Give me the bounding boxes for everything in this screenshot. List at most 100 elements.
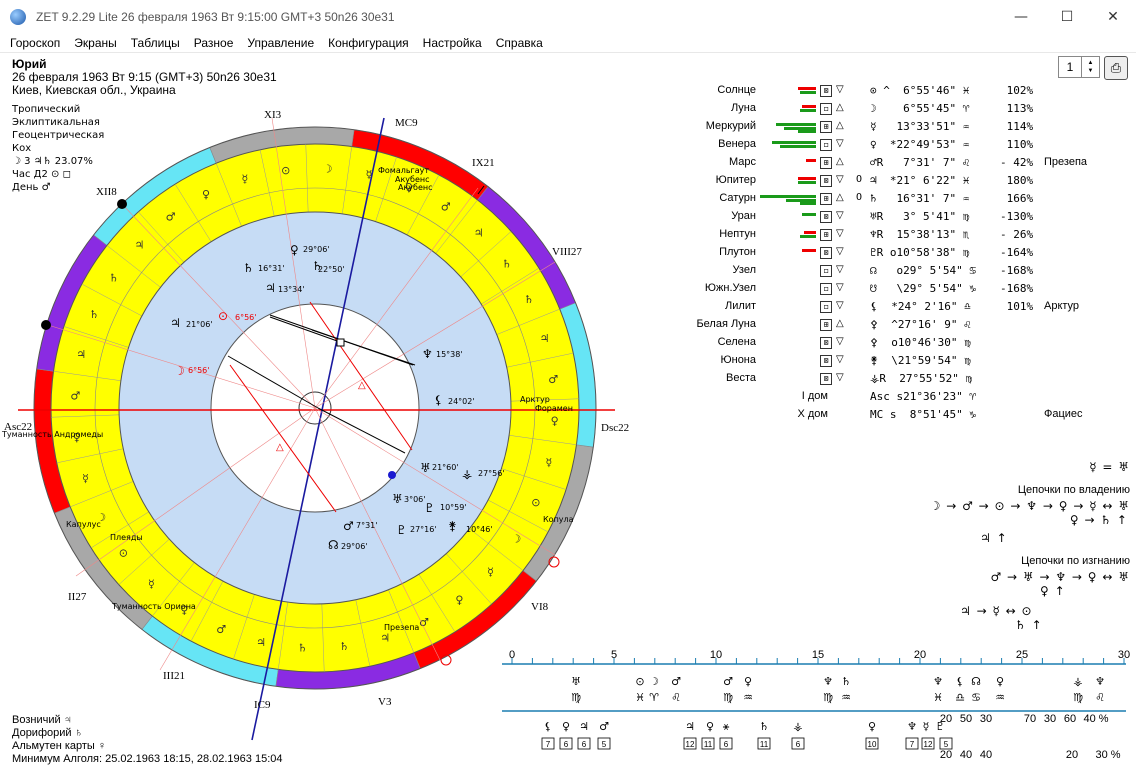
planet-strength: -168% [1000,264,1034,277]
chain-exile-2: ♀ ↑ [1040,584,1066,598]
printer-icon: ⎙ [1110,60,1122,75]
planet-strength: 113% [1000,102,1034,115]
house-cusp: MC s 8°51'45" ♑ [870,408,976,421]
spinner-arrows[interactable]: ▲ ▼ [1081,57,1099,77]
aspect-box-icon: ◻ [820,301,832,313]
element-triangle-icon: ▽ [836,282,844,293]
planet-name: Лилит [725,300,756,312]
planet-glyph: ♅ [392,492,403,506]
scale-box-label: 10 [868,740,877,749]
minimize-button[interactable]: — [998,0,1044,33]
house-dot [117,199,127,209]
close-button[interactable]: ✕ [1090,0,1136,33]
planet-row[interactable]: Луна ◻ △ ☽ 6°55'45" ♈ 113% [660,102,1130,120]
chart-number-spinner[interactable]: 1 ▲ ▼ [1058,56,1100,78]
planet-glyph: ⊙ [218,309,228,323]
planet-row[interactable]: Селена ⊠ ▽ ⚴ o10°46'30" ♍ [660,336,1130,354]
planet-row[interactable]: Плутон ⊠ ▽ ♇R o10°58'38" ♍ -164% [660,246,1130,264]
planet-position: ♂R 7°31' 7" ♌ [870,156,970,169]
strength-bars [760,336,816,352]
house-extra: Фациес [1044,408,1083,420]
planet-glyph: ♅ [420,461,431,475]
planet-glyph: ☽ [174,364,185,378]
print-button[interactable]: ⎙ [1104,56,1128,80]
fixed-star: Презепа [1044,156,1088,168]
planet-row[interactable]: Нептун ⊞ ▽ ♆R 15°38'13" ♏ - 26% [660,228,1130,246]
aspect-box-icon: ⊠ [820,355,832,367]
strength-bars [760,282,816,298]
aspect-box-icon: ⊠ [820,247,832,259]
planet-row[interactable]: Белая Луна ⊞ △ ⚴ ^27°16' 9" ♌ [660,318,1130,336]
strength-bars [760,210,816,226]
scale-sign-glyph: ♍ [571,691,581,704]
spinner-value: 1 [1066,60,1074,74]
term-glyph: ♂ [419,616,429,629]
square-aspect-icon [336,338,345,347]
planet-strength: 166% [1000,192,1034,205]
planet-row[interactable]: Марс ⊞ △ ♂R 7°31' 7" ♌ - 42% Презепа [660,156,1130,174]
aspect-box-icon: ◻ [820,265,832,277]
house-label: XII8 [96,186,117,198]
aspect-box-icon: ⊞ [820,319,832,331]
planet-name: Селена [717,336,756,348]
house-label: II27 [68,591,87,603]
scale-tick-label: 20 [914,649,926,661]
maximize-button[interactable]: ☐ [1044,0,1090,33]
planet-row[interactable]: Меркурий ⊞ △ ☿ 13°33'51" ♒ 114% [660,120,1130,138]
degree-label: 27°56' [478,469,505,478]
planet-row[interactable]: Венера ◻ ▽ ♀ *22°49'53" ♒ 110% [660,138,1130,156]
planet-row[interactable]: Уран ⊠ ▽ ♅R 3° 5'41" ♍ -130% [660,210,1130,228]
planet-strength: 101% [1000,300,1034,313]
scale-lower-glyph: ♃ [579,720,589,733]
planet-row[interactable]: Веста ⊠ ▽ ⚶R 27°55'52" ♍ [660,372,1130,390]
planet-row[interactable]: Юнона ⊠ ▽ ⚵ \21°59'54" ♍ [660,354,1130,372]
term-glyph: ♃ [256,636,266,649]
scale-lower-glyph: ⚸ [544,720,552,733]
element-triangle-icon: ▽ [836,84,844,95]
planet-row[interactable]: Юпитер ⊠ ▽ O ♃ *21° 6'22" ♓ 180% [660,174,1130,192]
planet-name: Плутон [719,246,756,258]
chain-exile-1: ♂ → ♅ → ♆ → ♀ ↔ ♅ [990,570,1130,584]
strength-bar [800,108,816,112]
planet-row[interactable]: Солнце ⊠ ▽ ⊙ ^ 6°55'46" ♓ 102% [660,84,1130,102]
term-glyph: ☿ [487,566,494,579]
planet-row[interactable]: Южн.Узел ◻ ▽ ☋ \29° 5'54" ♑ -168% [660,282,1130,300]
scale-lower-glyph: ♆ [907,720,917,733]
scale-sign-glyph: ♓ [933,691,943,704]
house-label: III21 [163,670,185,682]
aspect-box-icon: ⊠ [820,373,832,385]
scale-sign-glyph: ♌ [1095,691,1105,704]
planet-position: ♇R o10°58'38" ♍ [870,246,970,259]
term-glyph: ♀ [551,415,559,428]
planet-strength: -168% [1000,282,1034,295]
scale-percent: 40 [980,749,992,761]
house-row: X дом MC s 8°51'45" ♑ Фациес [660,408,1130,426]
house-cusp: Asc s21°36'23" ♈ [870,390,976,403]
star-label: Акубенс [398,183,433,192]
chain-own-2: ♀ → ♄ ↑ [1069,513,1128,527]
aspect-box-icon: ◻ [820,103,832,115]
strength-bars [760,156,816,172]
term-glyph: ⊙ [119,546,128,559]
scale-tick-label: 0 [509,649,515,661]
term-glyph: ♄ [298,642,308,655]
term-glyph: ♄ [524,293,534,306]
planet-row[interactable]: Сатурн ⊞ △ O ♄ 16°31' 7" ♒ 166% [660,192,1130,210]
planet-row[interactable]: Лилит ◻ ▽ ⚸ *24° 2'16" ♎ 101% Арктур [660,300,1130,318]
planet-name: Веста [726,372,756,384]
scale-lower-glyph: ♄ [759,720,769,733]
planet-glyph: ♄ [243,261,254,275]
term-glyph: ♀ [455,594,463,607]
scale-percent: 40 [960,749,972,761]
scale-lower-glyph: ♀ [868,720,876,733]
strength-bar [802,213,816,216]
scale-lower-glyph: ☿ [923,720,930,733]
planet-row[interactable]: Узел ◻ ▽ ☊ o29° 5'54" ♋ -168% [660,264,1130,282]
planet-position: ♅R 3° 5'41" ♍ [870,210,970,223]
scale-box-label: 6 [796,740,801,749]
element-triangle-icon: ▽ [836,372,844,383]
planet-glyph: ♇ [396,523,407,537]
chain-exile-4: ♄ ↑ [1015,618,1043,632]
scale-tick-label: 5 [611,649,617,661]
planet-position: ♆R 15°38'13" ♏ [870,228,970,241]
